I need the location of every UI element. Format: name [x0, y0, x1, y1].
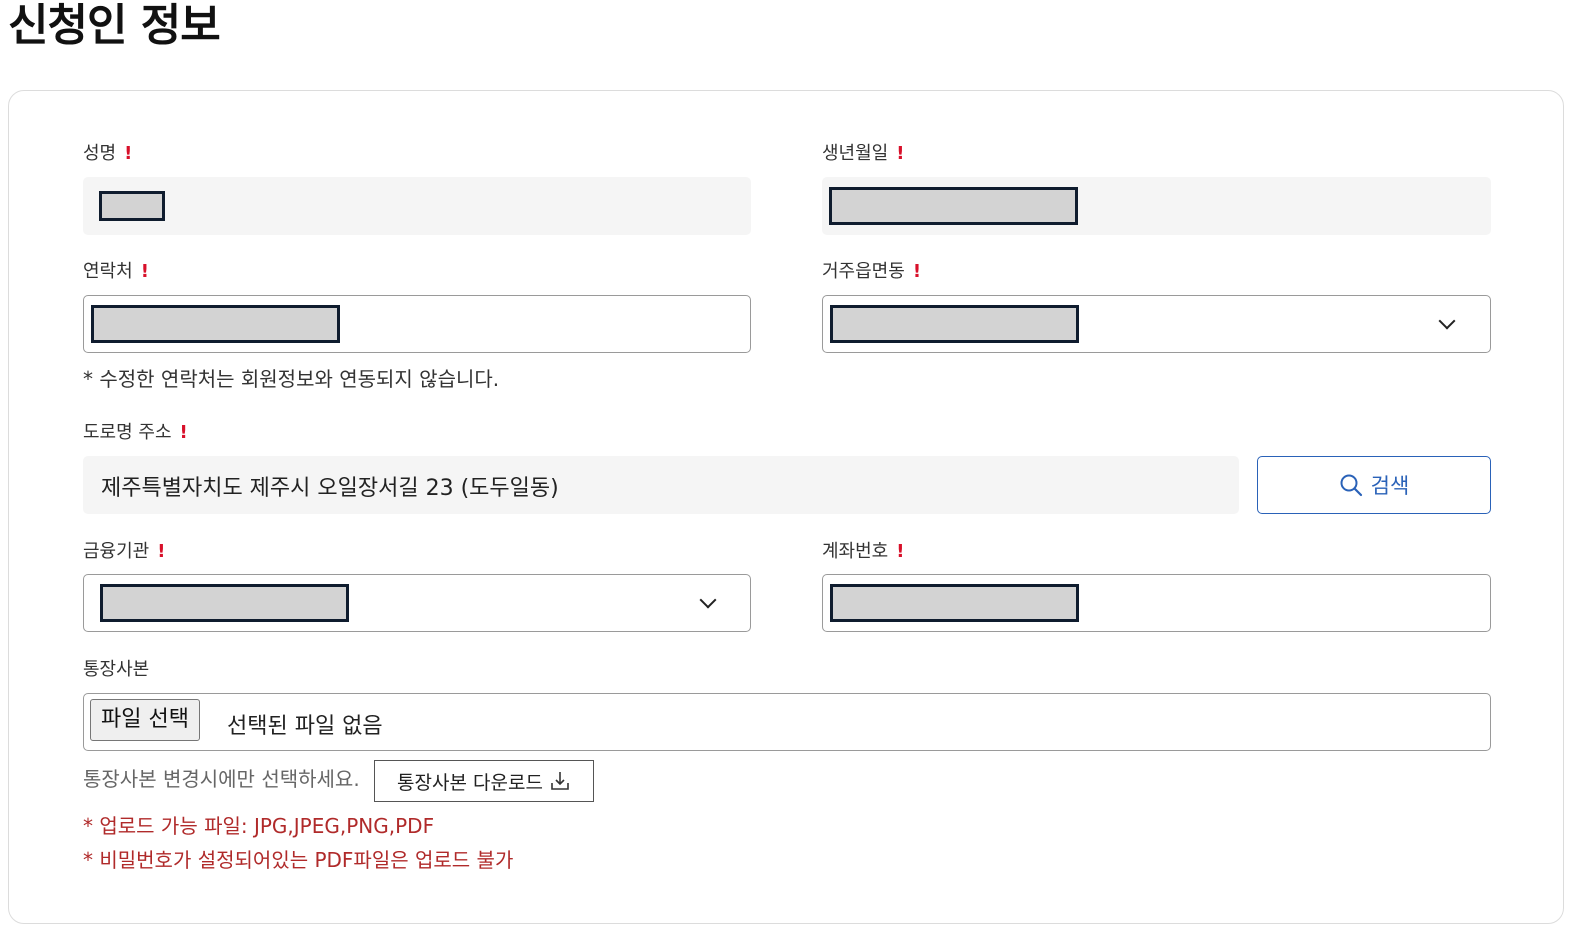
file-status-text: 선택된 파일 없음	[227, 714, 383, 739]
bankbook-file-input[interactable]: 파일 선택 선택된 파일 없음	[83, 693, 1491, 751]
bank-select[interactable]	[83, 574, 751, 632]
address-search-button[interactable]: 검색	[1257, 456, 1491, 514]
required-mark: !	[896, 541, 905, 562]
road-address-label: 도로명 주소!	[83, 422, 188, 444]
account-number-label: 계좌번호!	[822, 541, 904, 563]
district-select[interactable]	[822, 295, 1491, 353]
district-label: 거주읍면동!	[822, 261, 921, 283]
bank-label: 금융기관!	[83, 541, 165, 563]
page-title: 신청인 정보	[8, 0, 221, 51]
account-number-input[interactable]	[822, 574, 1491, 632]
redacted-contact	[91, 305, 340, 343]
required-mark: !	[896, 143, 905, 164]
birthdate-label: 생년월일!	[822, 143, 904, 165]
name-label: 성명!	[83, 143, 132, 165]
download-button-label: 통장사본 다운로드	[397, 771, 543, 794]
required-mark: !	[157, 541, 166, 562]
chevron-down-icon	[699, 591, 717, 609]
road-address-field: 제주특별자치도 제주시 오일장서길 23 (도두일동)	[83, 456, 1239, 514]
page: 신청인 정보 성명! 생년월일! 연락처! * 수정한 연락처는 회원정보와 연…	[0, 0, 1580, 938]
search-icon	[1339, 473, 1363, 497]
name-field	[83, 177, 751, 235]
redacted-account-number	[830, 584, 1079, 622]
district-label-text: 거주읍면동	[822, 261, 905, 282]
file-choose-button[interactable]: 파일 선택	[90, 699, 200, 741]
contact-label: 연락처!	[83, 261, 149, 283]
contact-note: * 수정한 연락처는 회원정보와 연동되지 않습니다.	[83, 367, 500, 391]
required-mark: !	[912, 261, 922, 282]
bank-label-text: 금융기관	[83, 541, 150, 562]
applicant-info-card: 성명! 생년월일! 연락처! * 수정한 연락처는 회원정보와 연동되지 않습니…	[8, 90, 1564, 924]
bankbook-download-button[interactable]: 통장사본 다운로드	[374, 760, 594, 802]
redacted-district	[830, 305, 1079, 343]
redacted-birthdate	[829, 187, 1078, 225]
name-label-text: 성명	[83, 143, 117, 164]
bankbook-label-text: 통장사본	[83, 659, 150, 680]
bankbook-hint: 통장사본 변경시에만 선택하세요.	[83, 767, 360, 791]
account-number-label-text: 계좌번호	[822, 541, 889, 562]
birthdate-label-text: 생년월일	[822, 143, 889, 164]
redacted-bank	[100, 584, 349, 622]
chevron-down-icon	[1438, 312, 1456, 330]
search-button-label: 검색	[1370, 474, 1410, 498]
required-mark: !	[124, 143, 133, 164]
required-mark: !	[179, 422, 188, 443]
contact-label-text: 연락처	[83, 261, 133, 282]
road-address-value: 제주특별자치도 제주시 오일장서길 23 (도두일동)	[101, 476, 559, 501]
road-address-label-text: 도로명 주소	[83, 422, 172, 443]
redacted-name	[99, 191, 165, 221]
birthdate-field	[822, 177, 1491, 235]
contact-input[interactable]	[83, 295, 751, 353]
upload-format-note: * 업로드 가능 파일: JPG,JPEG,PNG,PDF	[83, 814, 435, 838]
pdf-password-note: * 비밀번호가 설정되어있는 PDF파일은 업로드 불가	[83, 848, 514, 872]
download-icon	[549, 770, 571, 792]
bankbook-label: 통장사본	[83, 659, 149, 681]
required-mark: !	[140, 261, 149, 282]
